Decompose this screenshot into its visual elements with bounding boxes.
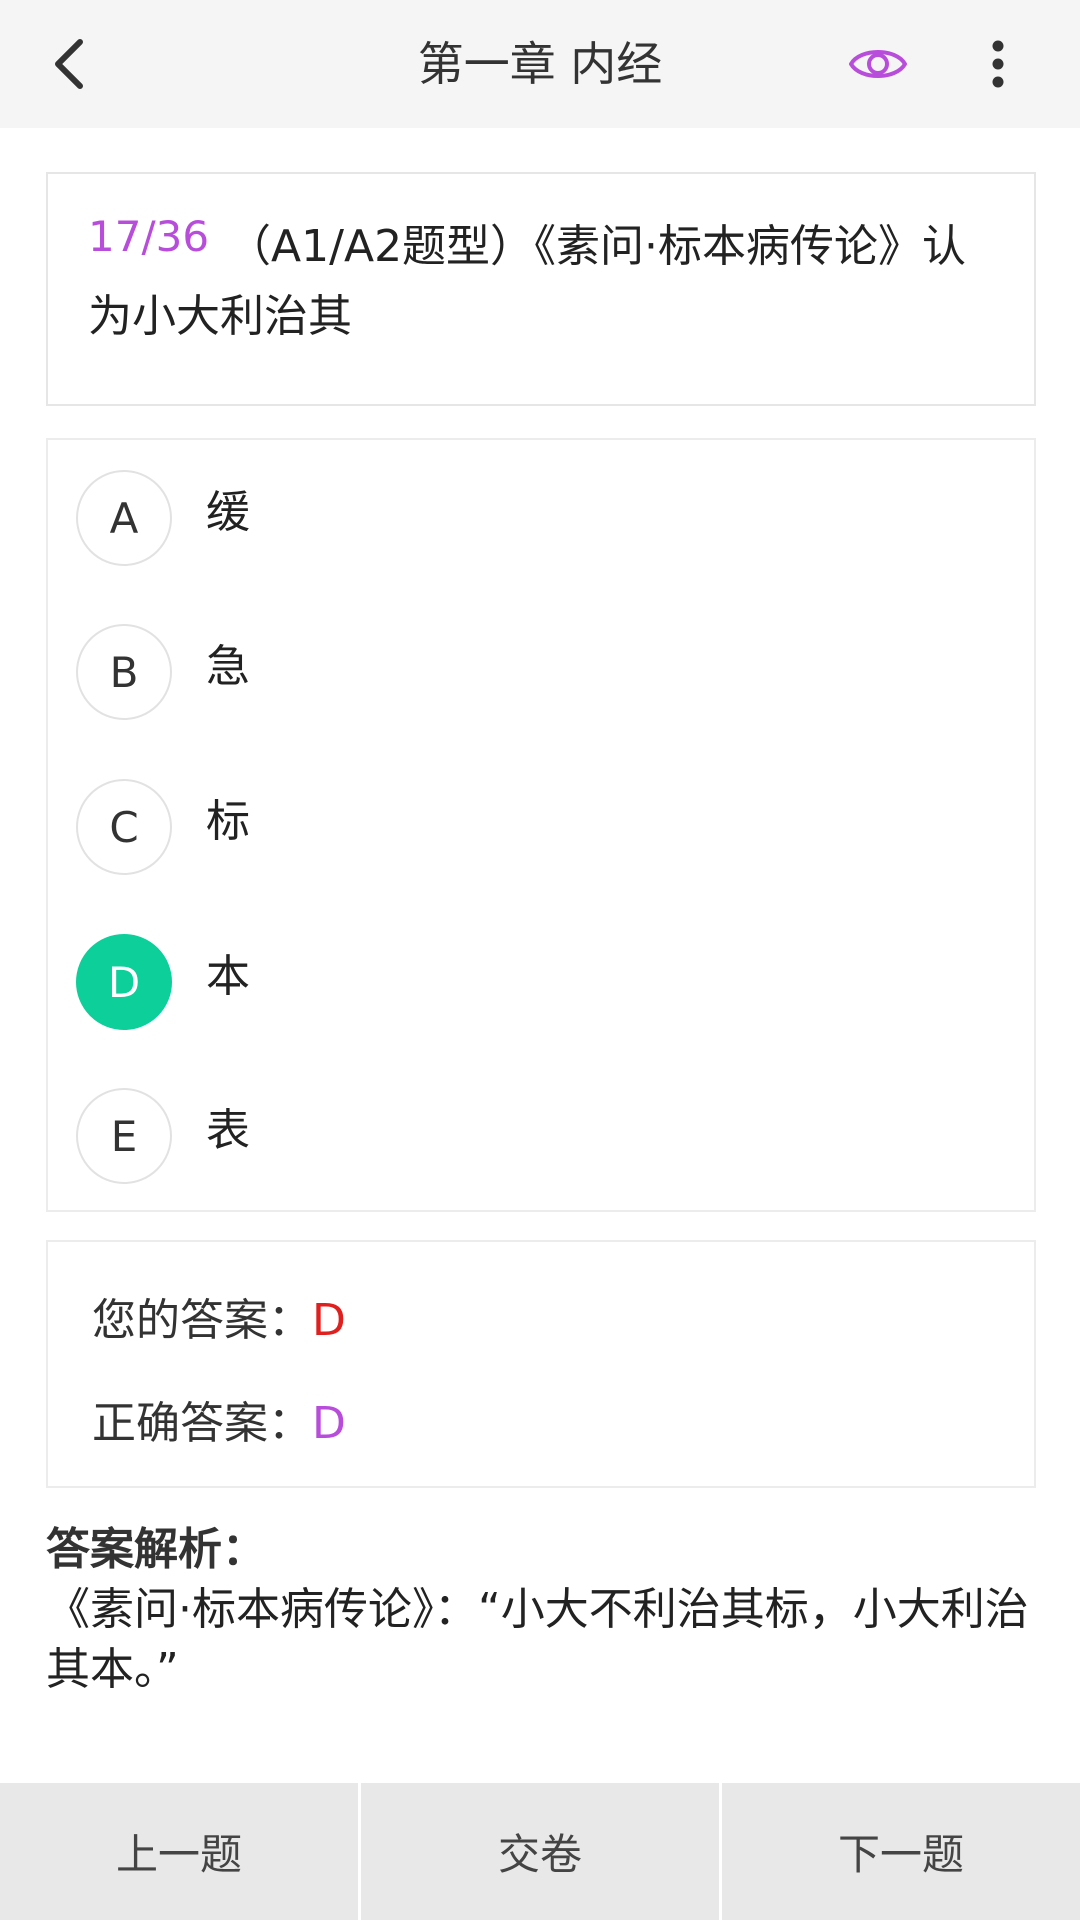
page-title: 第一章 内经: [417, 37, 663, 91]
correct-answer-value: D: [312, 1398, 346, 1449]
bottom-navigation: 上一题 交卷 下一题: [0, 1783, 1080, 1920]
option-letter: E: [76, 1088, 172, 1184]
more-options-button[interactable]: [958, 24, 1038, 104]
option-text: 表: [206, 1105, 250, 1156]
option-text: 标: [206, 796, 250, 847]
back-button[interactable]: [30, 24, 110, 104]
analysis-body: 《素问·标本病传论》：“小大不利治其标，小大利治其本。”: [46, 1584, 1029, 1695]
answer-analysis: 答案解析： 《素问·标本病传论》：“小大不利治其标，小大利治其本。”: [46, 1520, 1036, 1700]
option-text: 急: [206, 641, 250, 692]
chevron-left-icon: [55, 39, 83, 89]
option-e[interactable]: E 表: [76, 1086, 1006, 1186]
your-answer-value: D: [312, 1295, 346, 1346]
analysis-title: 答案解析：: [46, 1524, 266, 1575]
correct-answer-row: 正确答案：D: [92, 1387, 346, 1451]
eye-icon: [849, 50, 907, 78]
view-answer-button[interactable]: [838, 24, 918, 104]
question-card: 17/36 （A1/A2题型）《素问·标本病传论》认为小大利治其: [46, 172, 1036, 406]
submit-exam-button[interactable]: 交卷: [361, 1783, 719, 1920]
option-text: 本: [206, 951, 250, 1002]
option-letter: A: [76, 470, 172, 566]
question-text: （A1/A2题型）《素问·标本病传论》认为小大利治其: [88, 221, 967, 342]
option-c[interactable]: C 标: [76, 777, 1006, 877]
your-answer-row: 您的答案：D: [92, 1284, 346, 1348]
question-index: 17/36: [88, 212, 210, 261]
top-app-bar: 第一章 内经: [0, 0, 1080, 128]
previous-question-button[interactable]: 上一题: [0, 1783, 358, 1920]
answer-summary-card: 您的答案：D 正确答案：D: [46, 1240, 1036, 1488]
option-letter: C: [76, 779, 172, 875]
option-letter-selected: D: [76, 934, 172, 1030]
more-vertical-icon: [992, 40, 1004, 88]
correct-answer-label: 正确答案：: [92, 1398, 312, 1449]
option-d[interactable]: D 本: [76, 932, 1006, 1032]
next-question-button[interactable]: 下一题: [722, 1783, 1080, 1920]
option-letter: B: [76, 624, 172, 720]
option-a[interactable]: A 缓: [76, 468, 1006, 568]
options-list: A 缓 B 急 C 标 D 本 E 表: [46, 438, 1036, 1212]
question-stem: 17/36 （A1/A2题型）《素问·标本病传论》认为小大利治其: [88, 212, 994, 352]
your-answer-label: 您的答案：: [92, 1295, 312, 1346]
option-b[interactable]: B 急: [76, 622, 1006, 722]
option-text: 缓: [206, 487, 250, 538]
